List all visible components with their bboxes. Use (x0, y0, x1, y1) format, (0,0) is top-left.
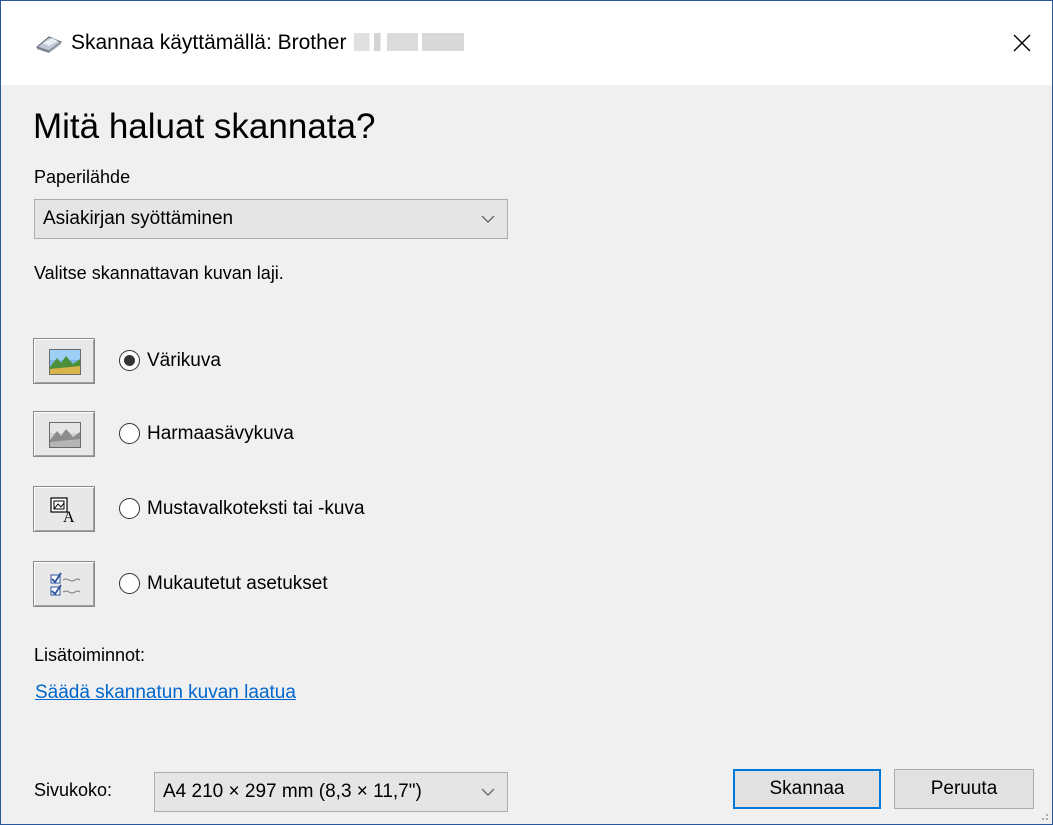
black-white-text-icon: A (50, 497, 75, 523)
color-picture-radio[interactable] (119, 350, 140, 371)
black-white-button[interactable]: A (33, 486, 95, 532)
close-icon (1013, 34, 1031, 52)
scan-button[interactable]: Skannaa (733, 769, 881, 809)
color-picture-button[interactable] (33, 338, 95, 384)
title-bar: Skannaa käyttämällä: Brother (1, 1, 1052, 85)
page-size-label: Sivukoko: (34, 780, 113, 800)
custom-settings-icon (50, 572, 81, 596)
paper-source-value: Asiakirjan syöttäminen (43, 208, 234, 229)
redacted-model-name (354, 33, 465, 51)
picture-type-option-grayscale[interactable]: Harmaasävykuva (33, 411, 533, 459)
dialog-body: Mitä haluat skannata? Paperilähde Asiaki… (1, 85, 1052, 824)
window-title-text: Skannaa käyttämällä: Brother (71, 31, 347, 54)
picture-type-option-color[interactable]: Värikuva (33, 338, 533, 386)
custom-settings-radio[interactable] (119, 573, 140, 594)
cancel-button[interactable]: Peruuta (894, 769, 1034, 809)
custom-settings-button[interactable] (33, 561, 95, 607)
page-title: Mitä haluat skannata? (33, 107, 376, 146)
grayscale-picture-button[interactable] (33, 411, 95, 457)
picture-type-option-custom[interactable]: Mukautetut asetukset (33, 561, 533, 609)
paper-source-dropdown[interactable]: Asiakirjan syöttäminen (34, 199, 508, 239)
black-white-radio[interactable] (119, 498, 140, 519)
chevron-down-icon (481, 215, 495, 223)
color-picture-icon (49, 349, 81, 375)
grayscale-picture-label: Harmaasävykuva (147, 423, 294, 444)
paper-source-label: Paperilähde (34, 167, 131, 187)
scanner-icon (35, 36, 62, 53)
page-size-value: A4 210 × 297 mm (8,3 × 11,7") (163, 781, 422, 802)
picture-type-prompt: Valitse skannattavan kuvan laji. (34, 263, 284, 283)
resize-grip-icon[interactable] (1039, 811, 1049, 821)
scan-dialog: Skannaa käyttämällä: Brother Mitä haluat… (0, 0, 1053, 825)
custom-settings-label: Mukautetut asetukset (147, 573, 328, 594)
grayscale-picture-radio[interactable] (119, 423, 140, 444)
color-picture-label: Värikuva (147, 350, 221, 371)
close-button[interactable] (992, 1, 1052, 85)
svg-text:A: A (63, 509, 75, 523)
chevron-down-icon (481, 788, 495, 796)
page-size-dropdown[interactable]: A4 210 × 297 mm (8,3 × 11,7") (154, 772, 508, 812)
extra-options-label: Lisätoiminnot: (34, 645, 146, 665)
adjust-quality-link[interactable]: Säädä skannatun kuvan laatua (35, 682, 296, 704)
black-white-label: Mustavalkoteksti tai -kuva (147, 498, 365, 519)
picture-type-option-black-white[interactable]: A Mustavalkoteksti tai -kuva (33, 486, 533, 534)
grayscale-picture-icon (49, 422, 81, 448)
window-title: Skannaa käyttämällä: Brother (71, 31, 465, 55)
